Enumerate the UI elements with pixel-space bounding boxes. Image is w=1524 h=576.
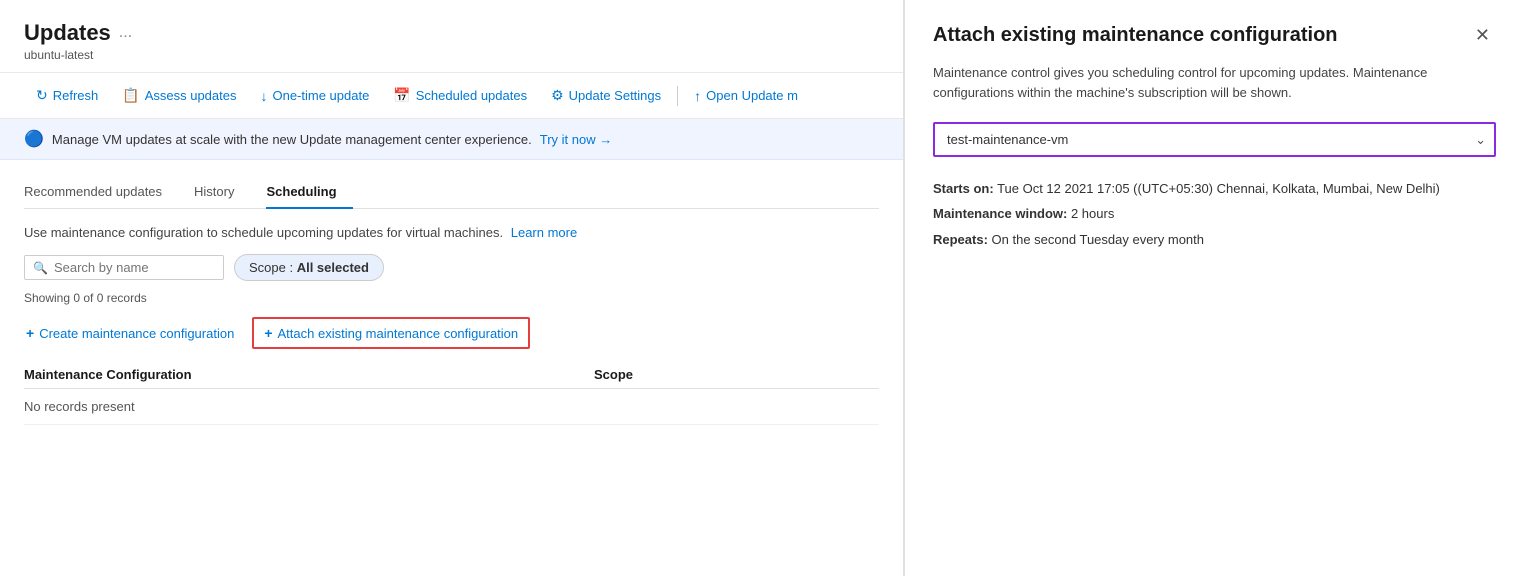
- page-title: Updates: [24, 20, 111, 46]
- create-btn-label: Create maintenance configuration: [39, 326, 234, 341]
- banner: 🔵 Manage VM updates at scale with the ne…: [0, 119, 903, 160]
- empty-row-text: No records present: [24, 399, 135, 414]
- description-text: Use maintenance configuration to schedul…: [24, 225, 503, 240]
- actions-row: + Create maintenance configuration + Att…: [24, 317, 879, 349]
- onetime-update-button[interactable]: ↓ One-time update: [248, 82, 381, 110]
- attach-plus-icon: +: [264, 325, 272, 341]
- create-maintenance-button[interactable]: + Create maintenance configuration: [24, 321, 236, 345]
- banner-text: Manage VM updates at scale with the new …: [52, 132, 532, 147]
- open-icon: ↑: [694, 88, 701, 104]
- maintenance-window-label: Maintenance window:: [933, 206, 1067, 221]
- assess-updates-button[interactable]: 📋 Assess updates: [110, 81, 248, 110]
- scope-button[interactable]: Scope : All selected: [234, 254, 384, 281]
- right-panel: Attach existing maintenance configuratio…: [904, 0, 1524, 576]
- scheduled-updates-button[interactable]: 📅 Scheduled updates: [381, 81, 539, 110]
- scope-label: Scope : All selected: [249, 260, 369, 275]
- maintenance-config-select[interactable]: test-maintenance-vm: [933, 122, 1496, 157]
- panel-header: Attach existing maintenance configuratio…: [933, 24, 1496, 47]
- search-box[interactable]: 🔍: [24, 255, 224, 280]
- tab-scheduling[interactable]: Scheduling: [266, 176, 352, 209]
- toolbar-separator: [677, 86, 678, 106]
- tab-recommended[interactable]: Recommended updates: [24, 176, 178, 209]
- attach-btn-label: Attach existing maintenance configuratio…: [278, 326, 519, 341]
- starts-on-row: Starts on: Tue Oct 12 2021 17:05 ((UTC+0…: [933, 177, 1496, 200]
- table: Maintenance Configuration Scope No recor…: [24, 361, 879, 425]
- col-config-header: Maintenance Configuration: [24, 367, 594, 382]
- refresh-label: Refresh: [53, 88, 99, 103]
- toolbar: ↻ Refresh 📋 Assess updates ↓ One-time up…: [0, 72, 903, 119]
- search-icon: 🔍: [33, 261, 48, 275]
- content-area: Recommended updates History Scheduling U…: [0, 160, 903, 576]
- settings-icon: ⚙: [551, 87, 564, 104]
- maintenance-window-row: Maintenance window: 2 hours: [933, 202, 1496, 225]
- table-header: Maintenance Configuration Scope: [24, 361, 879, 389]
- onetime-icon: ↓: [260, 88, 267, 104]
- starts-on-label: Starts on:: [933, 181, 994, 196]
- tab-history[interactable]: History: [194, 176, 250, 209]
- ellipsis: ...: [119, 24, 132, 42]
- onetime-label: One-time update: [272, 88, 369, 103]
- scheduling-description: Use maintenance configuration to schedul…: [24, 225, 879, 240]
- search-input[interactable]: [54, 260, 215, 275]
- page-header: Updates ... ubuntu-latest: [0, 0, 903, 72]
- starts-on-value: Tue Oct 12 2021 17:05 ((UTC+05:30) Chenn…: [997, 181, 1440, 196]
- open-label: Open Update m: [706, 88, 798, 103]
- refresh-icon: ↻: [36, 87, 48, 104]
- panel-title: Attach existing maintenance configuratio…: [933, 24, 1469, 47]
- maintenance-window-value: 2 hours: [1071, 206, 1114, 221]
- scheduled-label: Scheduled updates: [416, 88, 527, 103]
- dropdown-wrapper: test-maintenance-vm ⌄: [933, 122, 1496, 157]
- refresh-button[interactable]: ↻ Refresh: [24, 81, 110, 110]
- table-empty-row: No records present: [24, 389, 879, 425]
- scheduled-icon: 📅: [393, 87, 410, 104]
- panel-description: Maintenance control gives you scheduling…: [933, 63, 1496, 102]
- create-plus-icon: +: [26, 325, 34, 341]
- repeats-label: Repeats:: [933, 232, 988, 247]
- config-details: Starts on: Tue Oct 12 2021 17:05 ((UTC+0…: [933, 177, 1496, 251]
- left-panel: Updates ... ubuntu-latest ↻ Refresh 📋 As…: [0, 0, 904, 576]
- close-panel-button[interactable]: ✕: [1469, 24, 1496, 46]
- attach-maintenance-button[interactable]: + Attach existing maintenance configurat…: [252, 317, 530, 349]
- repeats-value: On the second Tuesday every month: [992, 232, 1204, 247]
- filters-row: 🔍 Scope : All selected: [24, 254, 879, 281]
- open-update-button[interactable]: ↑ Open Update m: [682, 82, 810, 110]
- learn-more-link[interactable]: Learn more: [511, 225, 577, 240]
- assess-label: Assess updates: [145, 88, 237, 103]
- tabs: Recommended updates History Scheduling: [24, 176, 879, 209]
- records-info: Showing 0 of 0 records: [24, 291, 879, 305]
- repeats-row: Repeats: On the second Tuesday every mon…: [933, 228, 1496, 251]
- banner-icon: 🔵: [24, 129, 44, 149]
- assess-icon: 📋: [122, 87, 139, 104]
- page-subtitle: ubuntu-latest: [24, 48, 879, 62]
- col-scope-header: Scope: [594, 367, 879, 382]
- banner-link[interactable]: Try it now →: [540, 132, 612, 147]
- settings-label: Update Settings: [569, 88, 662, 103]
- update-settings-button[interactable]: ⚙ Update Settings: [539, 81, 673, 110]
